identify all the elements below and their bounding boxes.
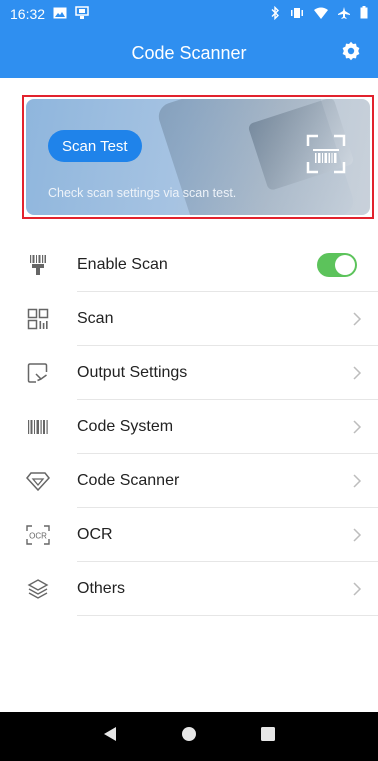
qr-grid-icon (26, 308, 50, 330)
menu-item-scan[interactable]: Scan (0, 292, 378, 346)
ocr-icon: OCR (26, 524, 50, 546)
vibrate-icon (290, 6, 304, 22)
status-right-icons (270, 5, 368, 23)
app-bar: Code Scanner (0, 28, 378, 78)
divider (77, 615, 378, 616)
gear-icon (341, 41, 361, 66)
scan-test-button[interactable]: Scan Test (48, 130, 142, 162)
menu-item-label: Output Settings (77, 364, 188, 381)
menu-item-enable-scan: Enable Scan (0, 238, 378, 292)
chevron-right-icon (352, 419, 362, 435)
menu-item-label: Others (77, 580, 126, 597)
back-icon (103, 726, 117, 747)
menu-item-label: Enable Scan (77, 256, 168, 273)
menu-item-code-system[interactable]: Code System (0, 400, 378, 454)
barcode-icon (26, 416, 50, 438)
battery-icon (360, 6, 368, 22)
menu-item-others[interactable]: Others (0, 562, 378, 616)
scan-test-banner[interactable]: Scan Test Check scan settings via scan t… (26, 99, 370, 215)
barcode-scan-icon (306, 134, 346, 174)
menu-item-label: OCR (77, 526, 113, 543)
banner-description: Check scan settings via scan test. (48, 186, 237, 200)
chevron-right-icon (352, 473, 362, 489)
status-left-icons (53, 5, 89, 23)
diamond-icon (26, 470, 50, 492)
image-icon (53, 6, 67, 22)
wifi-icon (314, 6, 328, 22)
status-time: 16:32 (10, 6, 46, 22)
app-title: Code Scanner (131, 42, 247, 63)
settings-button[interactable] (340, 41, 362, 66)
menu-item-output-settings[interactable]: Output Settings (0, 346, 378, 400)
system-nav-bar (0, 712, 378, 761)
bluetooth-icon (270, 5, 280, 23)
recents-icon (261, 727, 276, 746)
menu-item-label: Scan (77, 310, 114, 327)
screen-share-icon (75, 5, 89, 23)
layers-icon (26, 578, 50, 600)
menu-item-code-scanner[interactable]: Code Scanner (0, 454, 378, 508)
settings-menu: Enable Scan Scan Output Settings Code Sy… (0, 238, 378, 616)
chevron-right-icon (352, 527, 362, 543)
home-button[interactable] (179, 727, 199, 747)
airplane-mode-icon (338, 6, 350, 22)
toggle-knob (335, 255, 355, 275)
chevron-right-icon (352, 365, 362, 381)
chevron-right-icon (352, 581, 362, 597)
menu-item-label: Code Scanner (77, 472, 180, 489)
scanner-gun-icon (26, 254, 50, 276)
output-arrow-icon (26, 362, 50, 384)
home-icon (181, 726, 197, 747)
menu-item-label: Code System (77, 418, 174, 435)
chevron-right-icon (352, 311, 362, 327)
ocr-icon-text: OCR (29, 532, 47, 541)
back-button[interactable] (100, 727, 120, 747)
status-bar: 16:32 (0, 0, 378, 28)
recents-button[interactable] (258, 727, 278, 747)
menu-item-ocr[interactable]: OCR OCR (0, 508, 378, 562)
enable-scan-toggle[interactable] (317, 253, 357, 277)
